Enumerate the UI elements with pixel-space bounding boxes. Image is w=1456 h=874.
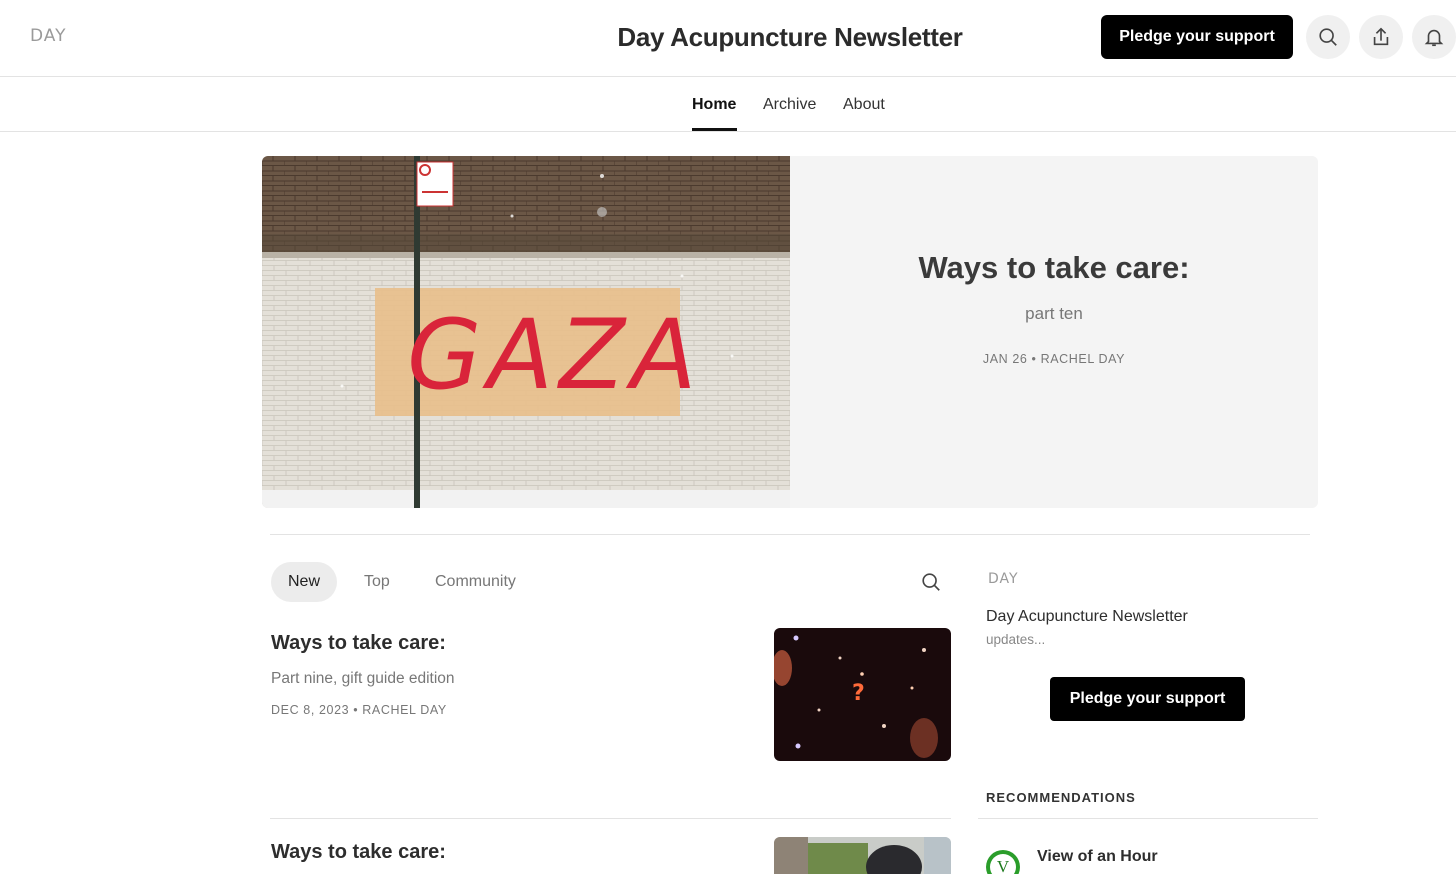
post-title[interactable]: Ways to take care: [271,632,446,655]
post-thumbnail[interactable]: ? [774,628,951,761]
nav-home[interactable]: Home [692,96,736,114]
active-nav-indicator [692,128,737,131]
svg-text:?: ? [852,681,865,706]
nav-archive[interactable]: Archive [763,96,816,114]
featured-post-text: Ways to take care: part ten JAN 26 • RAC… [790,156,1318,508]
recommendations-heading: RECOMMENDATIONS [986,790,1136,805]
tab-top[interactable]: Top [364,562,390,602]
sidebar-publication-name[interactable]: Day Acupuncture Newsletter [986,608,1188,626]
featured-post-subtitle: part ten [1025,304,1083,323]
tab-community[interactable]: Community [435,562,516,602]
post-meta: DEC 8, 2023 • RACHEL DAY [271,703,447,717]
tab-new[interactable]: New [271,562,338,602]
pledge-support-button[interactable]: Pledge your support [1101,15,1293,59]
share-button[interactable] [1359,15,1403,59]
featured-post-image: GAZA [262,156,790,508]
featured-post-meta: JAN 26 • RACHEL DAY [982,352,1126,366]
recommendation-avatar[interactable]: V [986,850,1020,874]
sidebar-logo[interactable]: DAY [988,571,1019,587]
post-subtitle: Part nine, gift guide edition [271,670,455,687]
graffiti-text: GAZA [407,299,703,411]
share-icon [1373,27,1389,46]
bell-icon [1424,29,1444,47]
search-button[interactable] [1306,15,1350,59]
post-title[interactable]: Ways to take care: [271,841,446,864]
nav-about[interactable]: About [843,96,885,114]
notifications-button[interactable] [1412,15,1456,59]
post-thumbnail[interactable] [774,837,951,874]
section-nav: Home Archive About [0,78,1456,132]
sidebar-description: updates... [986,632,1046,647]
search-icon [1319,28,1337,46]
featured-post-title[interactable]: Ways to take care: [790,250,1318,286]
recommendation-name[interactable]: View of an Hour [1037,848,1158,866]
featured-post[interactable]: GAZA Ways to take care: part ten JAN 26 … [262,156,1318,508]
top-bar: DAY Day Acupuncture Newsletter Pledge yo… [0,0,1456,77]
post-divider [270,818,951,819]
recommendations-divider [978,818,1318,819]
recommendation-avatar-letter: V [990,854,1016,874]
posts-search-icon[interactable] [920,571,942,593]
divider [270,534,1310,535]
sidebar-pledge-button[interactable]: Pledge your support [1050,677,1245,721]
